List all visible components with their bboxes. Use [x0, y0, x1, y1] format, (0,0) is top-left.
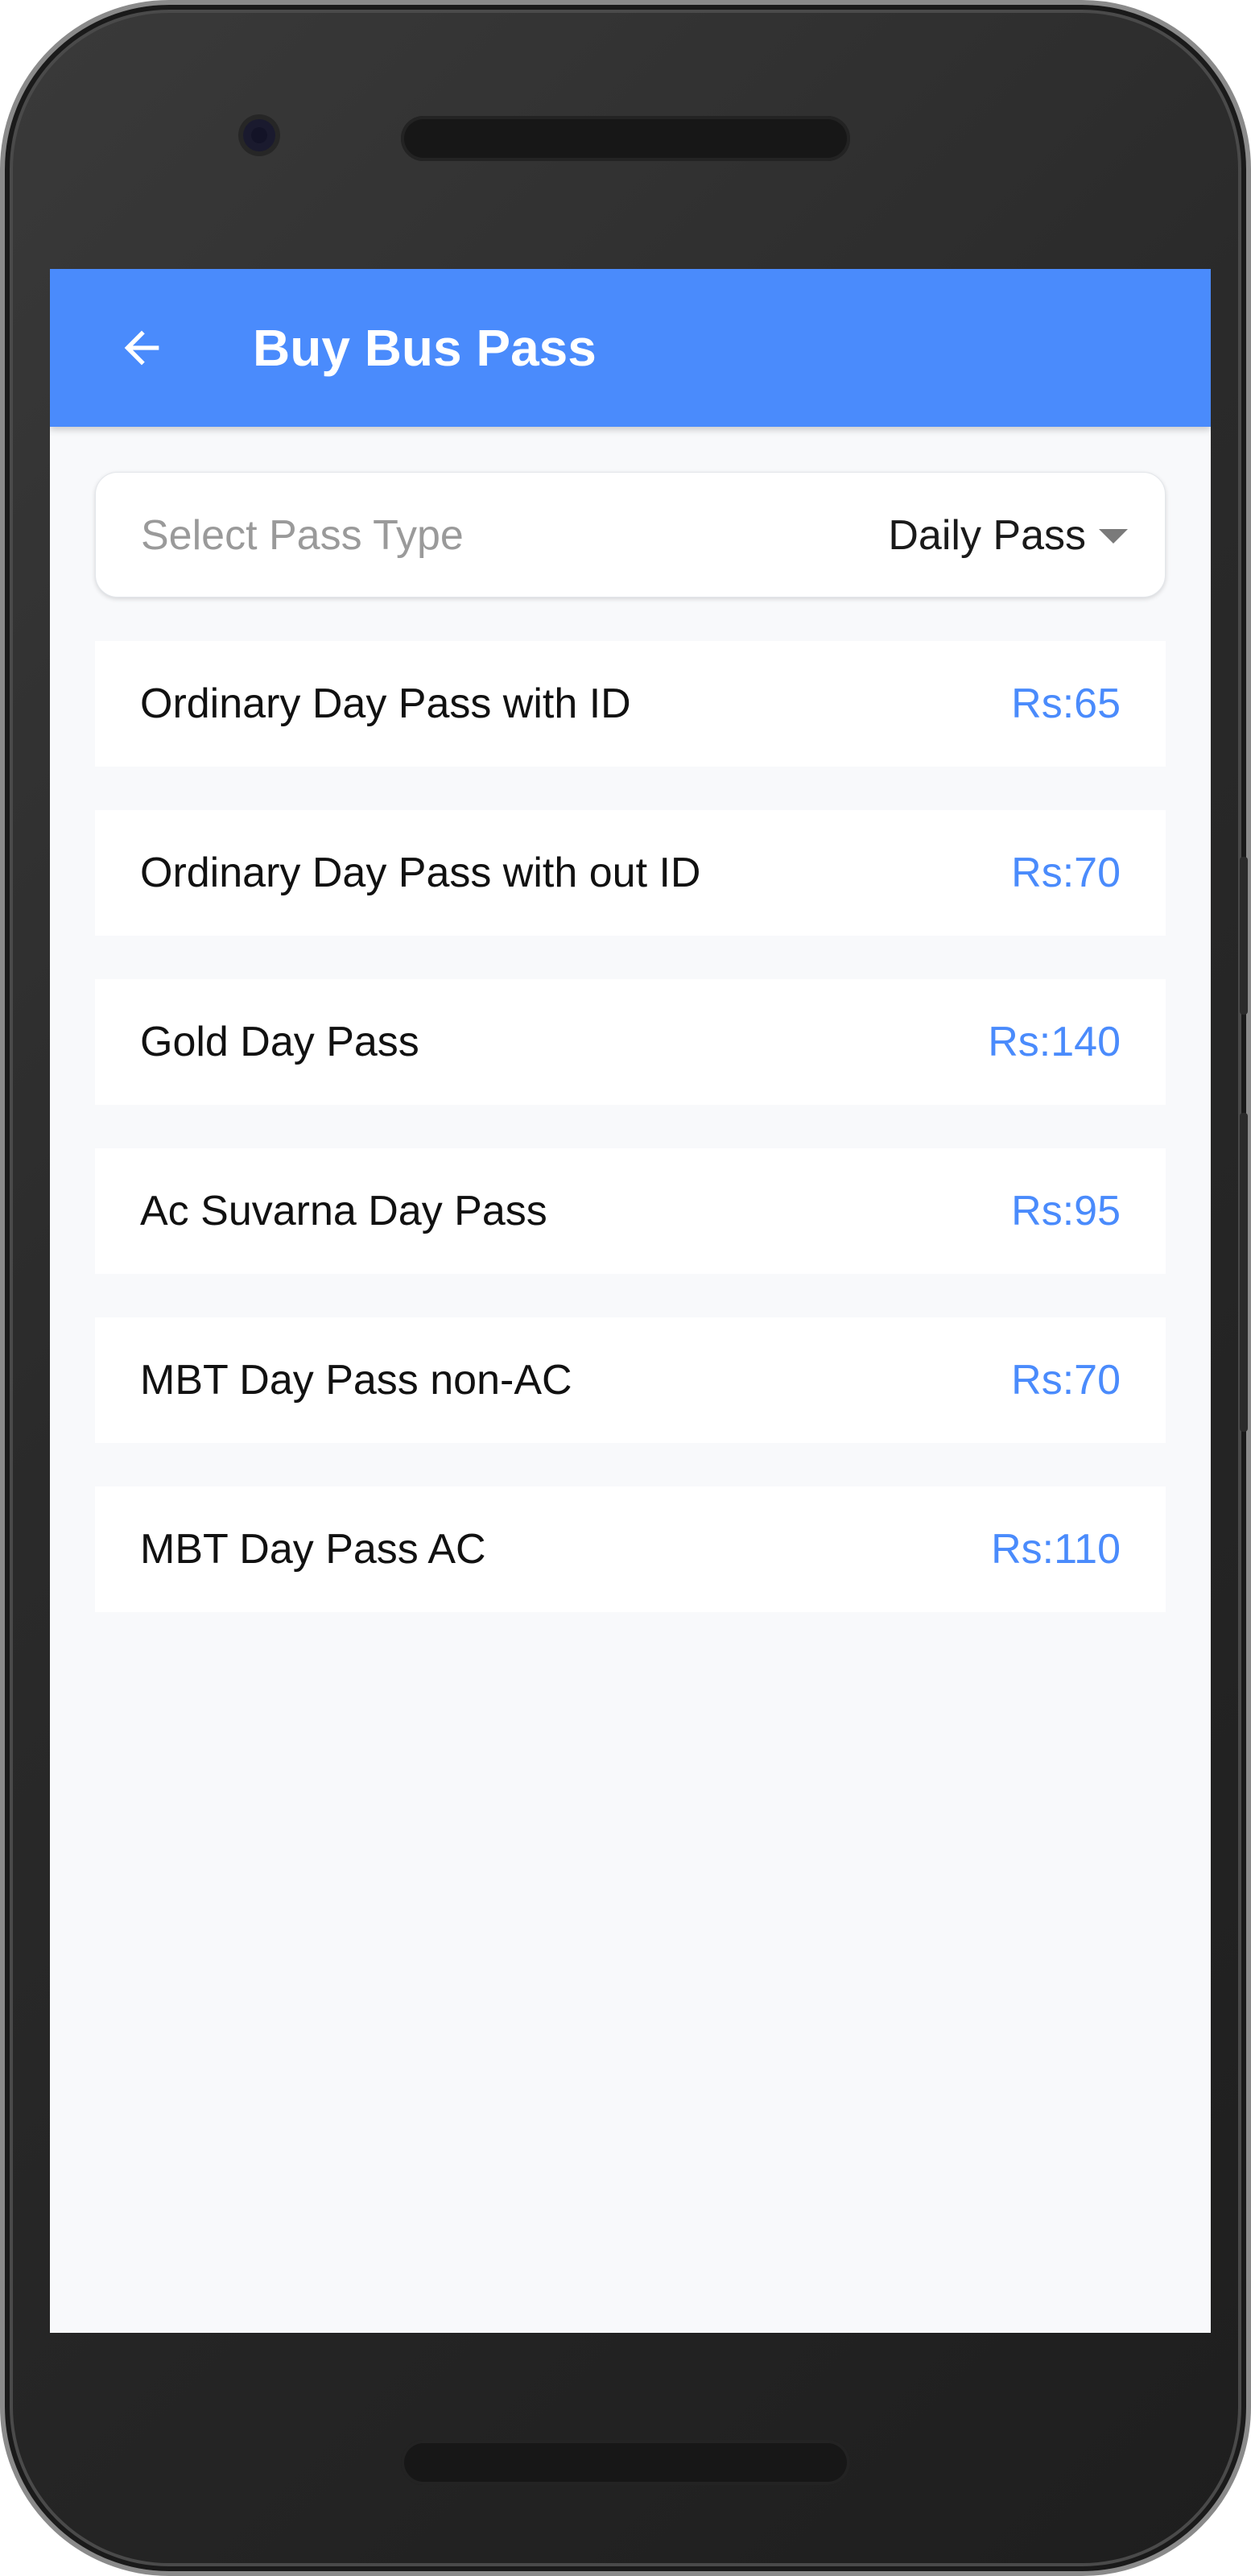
- front-camera: [243, 119, 275, 151]
- pass-item-ordinary-without-id[interactable]: Ordinary Day Pass with out ID Rs:70: [95, 810, 1166, 936]
- caret-down-icon: [1099, 529, 1128, 544]
- pass-name: MBT Day Pass non-AC: [140, 1357, 572, 1404]
- back-button[interactable]: [108, 314, 175, 382]
- pass-price: Rs:95: [1011, 1188, 1121, 1234]
- pass-name: Gold Day Pass: [140, 1019, 419, 1065]
- volume-button: [1240, 857, 1248, 1015]
- pass-name: Ordinary Day Pass with out ID: [140, 850, 701, 896]
- pass-price: Rs:110: [991, 1526, 1121, 1573]
- pass-price: Rs:65: [1011, 680, 1121, 727]
- app-screen: Buy Bus Pass Select Pass Type Daily Pass…: [50, 269, 1211, 2333]
- pass-price: Rs:140: [988, 1019, 1121, 1065]
- pass-type-label: Select Pass Type: [141, 512, 464, 559]
- app-bar: Buy Bus Pass: [50, 269, 1211, 427]
- phone-frame: Buy Bus Pass Select Pass Type Daily Pass…: [0, 0, 1251, 2576]
- bottom-speaker: [401, 2440, 850, 2485]
- pass-item-mbt-non-ac[interactable]: MBT Day Pass non-AC Rs:70: [95, 1317, 1166, 1443]
- pass-item-ordinary-with-id[interactable]: Ordinary Day Pass with ID Rs:65: [95, 641, 1166, 767]
- pass-type-select[interactable]: Select Pass Type Daily Pass: [95, 472, 1166, 597]
- arrow-left-icon: [124, 330, 159, 366]
- pass-name: Ordinary Day Pass with ID: [140, 680, 631, 727]
- main-content: Select Pass Type Daily Pass Ordinary Day…: [95, 472, 1166, 1612]
- pass-item-gold[interactable]: Gold Day Pass Rs:140: [95, 979, 1166, 1105]
- pass-list: Ordinary Day Pass with ID Rs:65 Ordinary…: [95, 641, 1166, 1656]
- earpiece-speaker: [401, 116, 850, 161]
- power-button: [1240, 1113, 1248, 1432]
- pass-item-mbt-ac[interactable]: MBT Day Pass AC Rs:110: [95, 1486, 1166, 1612]
- pass-item-ac-suvarna[interactable]: Ac Suvarna Day Pass Rs:95: [95, 1148, 1166, 1274]
- pass-price: Rs:70: [1011, 850, 1121, 896]
- pass-name: MBT Day Pass AC: [140, 1526, 486, 1573]
- page-title: Buy Bus Pass: [253, 319, 597, 377]
- pass-type-selected-value: Daily Pass: [888, 512, 1086, 559]
- pass-price: Rs:70: [1011, 1357, 1121, 1404]
- pass-name: Ac Suvarna Day Pass: [140, 1188, 547, 1234]
